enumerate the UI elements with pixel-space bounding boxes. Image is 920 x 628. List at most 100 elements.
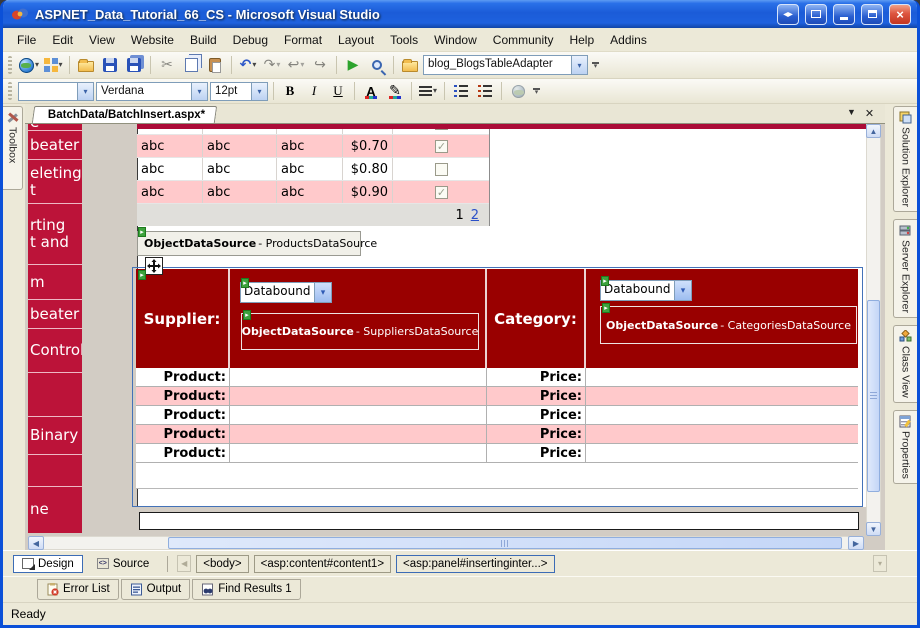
window-detach-button[interactable] (805, 4, 827, 25)
menu-format[interactable]: Format (276, 30, 330, 50)
breadcrumb-content-tag[interactable]: <asp:content#content1> (254, 555, 391, 573)
nav-item[interactable] (28, 455, 82, 487)
highlight-button[interactable]: ✎ (384, 80, 406, 102)
tag-navigator-back-button[interactable]: ◀ (177, 555, 191, 572)
viewbar-overflow-button[interactable]: ▾ (873, 555, 887, 572)
price-input-cell[interactable] (586, 387, 855, 405)
menu-help[interactable]: Help (561, 30, 602, 50)
insert-rows-table[interactable]: Product: Price: Product: Price: Product: (136, 368, 858, 463)
row-checkbox[interactable]: ✓ (435, 186, 448, 199)
nav-item[interactable]: e (28, 124, 82, 131)
scroll-left-button[interactable]: ◀ (28, 536, 44, 550)
scroll-down-button[interactable]: ▼ (866, 522, 881, 536)
row-checkbox[interactable] (435, 129, 448, 130)
combo-dropdown-icon[interactable]: ▾ (251, 83, 267, 100)
price-input-cell[interactable] (586, 406, 855, 424)
navigate-forward-button[interactable]: ↪ (309, 54, 331, 76)
menu-layout[interactable]: Layout (330, 30, 382, 50)
smart-tag-icon[interactable]: ▸ (602, 303, 610, 313)
open-file-button[interactable] (75, 54, 97, 76)
menu-tools[interactable]: Tools (382, 30, 426, 50)
block-format-combo[interactable]: ▾ (18, 82, 94, 101)
row-checkbox[interactable] (435, 163, 448, 176)
combo-dropdown-icon[interactable]: ▾ (571, 56, 587, 74)
categories-datasource-control[interactable]: ObjectDataSource - CategoriesDataSource (600, 306, 857, 344)
price-input-cell[interactable] (586, 444, 855, 462)
undo-button[interactable]: ↶▾ (237, 54, 259, 76)
bold-button[interactable]: B (279, 80, 301, 102)
paste-button[interactable] (204, 54, 226, 76)
redo-button[interactable]: ↷▾ (261, 54, 283, 76)
underline-button[interactable]: U (327, 80, 349, 102)
find-results-tab[interactable]: Find Results 1 (192, 579, 301, 600)
toolbar-grip[interactable] (8, 56, 12, 74)
categories-dropdownlist[interactable]: Databound ▾ (600, 280, 692, 301)
pager-page-link[interactable]: 2 (471, 208, 479, 223)
cut-button[interactable]: ✂ (156, 54, 178, 76)
navigate-back-button[interactable]: ↩▾ (285, 54, 307, 76)
nav-item[interactable] (28, 373, 82, 417)
nav-item[interactable]: rtingt and (28, 204, 82, 265)
nav-item[interactable]: m (28, 265, 82, 300)
toolbar-grip[interactable] (8, 82, 12, 100)
scroll-up-button[interactable]: ▲ (866, 124, 881, 138)
numbered-list-button[interactable] (474, 80, 496, 102)
font-size-combo[interactable]: 12pt ▾ (210, 82, 268, 101)
design-vertical-scrollbar[interactable]: ▲ ▼ (866, 124, 881, 536)
design-surface[interactable]: e beater eletingt rtingt and m beater Co… (25, 124, 885, 550)
nav-item[interactable]: Binary (28, 417, 82, 455)
nav-item[interactable]: beater (28, 131, 82, 160)
suppliers-datasource-control[interactable]: ObjectDataSource - SuppliersDataSource (241, 313, 479, 350)
suppliers-dropdownlist[interactable]: Databound ▾ (240, 282, 332, 303)
dropdown-arrow-icon[interactable]: ▾ (314, 283, 331, 302)
nav-item[interactable]: Control (28, 329, 82, 373)
combo-dropdown-icon[interactable]: ▾ (77, 83, 93, 100)
menu-file[interactable]: File (9, 30, 44, 50)
price-input-cell[interactable] (586, 368, 855, 386)
menu-addins[interactable]: Addins (602, 30, 655, 50)
design-horizontal-scrollbar[interactable]: ◀ ▶ (28, 536, 864, 550)
toolbox-tab[interactable]: Toolbox (3, 106, 23, 190)
menu-community[interactable]: Community (485, 30, 562, 50)
window-arrows-button[interactable]: ◀▶ (777, 4, 799, 25)
view-in-browser-button[interactable] (366, 54, 388, 76)
server-explorer-tab[interactable]: Server Explorer (893, 219, 917, 318)
smart-tag-icon[interactable]: ▸ (601, 276, 609, 286)
menu-view[interactable]: View (81, 30, 123, 50)
properties-tab[interactable]: Properties (893, 410, 917, 484)
document-tab[interactable]: BatchData/BatchInsert.aspx* (32, 106, 218, 123)
move-handle[interactable] (145, 257, 163, 275)
close-document-button[interactable]: ✕ (862, 107, 877, 120)
smart-tag-icon[interactable]: ▸ (241, 278, 249, 288)
font-name-combo[interactable]: Verdana ▾ (96, 82, 208, 101)
font-color-button[interactable]: A (360, 80, 382, 102)
breadcrumb-panel-tag[interactable]: <asp:panel#insertinginter...> (396, 555, 555, 573)
error-list-tab[interactable]: Error List (37, 579, 119, 600)
scrollbar-thumb[interactable] (168, 537, 842, 549)
align-button[interactable]: ▾ (417, 80, 439, 102)
smart-tag-icon[interactable]: ▸ (138, 227, 146, 237)
menu-debug[interactable]: Debug (225, 30, 276, 50)
menu-website[interactable]: Website (123, 30, 182, 50)
add-new-item-button[interactable]: ▾ (42, 54, 64, 76)
row-checkbox[interactable]: ✓ (435, 140, 448, 153)
scroll-right-button[interactable]: ▶ (848, 536, 864, 550)
toolbar-overflow-button[interactable]: ▾ (590, 60, 601, 71)
smart-tag-icon[interactable]: ▸ (138, 270, 146, 280)
products-datasource-control[interactable]: ObjectDataSource - ProductsDataSource (137, 231, 361, 256)
product-input-cell[interactable] (230, 444, 487, 462)
save-all-button[interactable] (123, 54, 145, 76)
start-debug-button[interactable]: ▶ (342, 54, 364, 76)
table-adapter-combo[interactable]: blog_BlogsTableAdapter ▾ (423, 55, 588, 75)
menu-edit[interactable]: Edit (44, 30, 81, 50)
maximize-button[interactable] (861, 4, 883, 25)
menu-build[interactable]: Build (182, 30, 225, 50)
data-folder-button[interactable] (399, 54, 421, 76)
nav-item[interactable]: eletingt (28, 160, 82, 204)
nav-item[interactable]: beater (28, 300, 82, 329)
dropdown-arrow-icon[interactable]: ▾ (674, 281, 691, 300)
product-input-cell[interactable] (230, 425, 487, 443)
new-website-button[interactable]: ▾ (18, 54, 40, 76)
close-button[interactable]: × (889, 4, 911, 25)
menu-window[interactable]: Window (426, 30, 485, 50)
